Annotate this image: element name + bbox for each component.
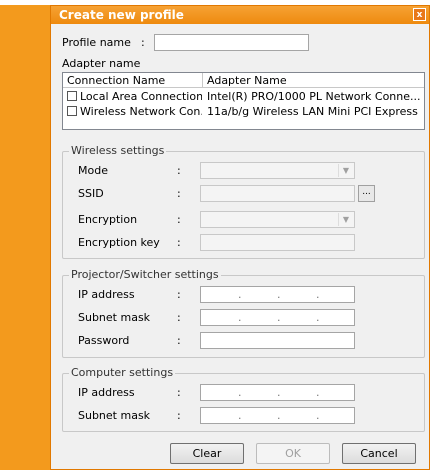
column-header-connection-label: Connection Name xyxy=(67,74,166,87)
encryption-key-label: Encryption key xyxy=(78,236,160,249)
mode-label: Mode xyxy=(78,164,108,177)
close-icon[interactable]: x xyxy=(413,8,426,21)
password-label: Password xyxy=(78,334,130,347)
ip-separator: . xyxy=(316,386,320,399)
list-item[interactable]: Local Area Connection Intel(R) PRO/1000 … xyxy=(63,89,421,104)
mode-colon: : xyxy=(177,164,181,177)
projector-ip-input[interactable]: . . . xyxy=(200,286,355,303)
encryption-label: Encryption xyxy=(78,213,138,226)
title-bar: Create new profile x xyxy=(51,6,429,24)
password-colon: : xyxy=(177,334,181,347)
ip-separator: . xyxy=(316,409,320,422)
connection-name: Local Area Connection xyxy=(80,90,202,103)
adapter-name: Intel(R) PRO/1000 PL Network Conne... xyxy=(207,90,421,103)
ip-separator: . xyxy=(277,409,281,422)
ssid-input[interactable] xyxy=(200,185,355,202)
ip-separator: . xyxy=(316,288,320,301)
adapter-name: 11a/b/g Wireless LAN Mini PCI Express ..… xyxy=(207,105,422,118)
dialog-title: Create new profile xyxy=(59,8,184,22)
adapter-name-label: Adapter name xyxy=(62,57,141,70)
projector-settings-title: Projector/Switcher settings xyxy=(69,268,221,281)
adapter-list[interactable]: Connection Name Adapter Name Local Area … xyxy=(62,72,425,130)
ip-separator: . xyxy=(238,386,242,399)
background-sidebar xyxy=(0,5,50,470)
projector-ip-colon: : xyxy=(177,288,181,301)
cancel-button[interactable]: Cancel xyxy=(342,443,416,464)
computer-settings-group: Computer settings IP address : . . . Sub… xyxy=(62,366,425,432)
ip-separator: . xyxy=(277,288,281,301)
projector-settings-group: Projector/Switcher settings IP address :… xyxy=(62,268,425,358)
ip-separator: . xyxy=(316,311,320,324)
connection-checkbox[interactable] xyxy=(67,106,77,116)
projector-ip-label: IP address xyxy=(78,288,135,301)
column-header-connection[interactable]: Connection Name xyxy=(63,73,203,88)
ssid-colon: : xyxy=(177,187,181,200)
ok-button[interactable]: OK xyxy=(256,443,330,464)
ip-separator: . xyxy=(277,386,281,399)
list-item[interactable]: Wireless Network Con... 11a/b/g Wireless… xyxy=(63,104,422,119)
connection-name: Wireless Network Con... xyxy=(80,105,202,118)
ip-separator: . xyxy=(238,409,242,422)
ip-separator: . xyxy=(277,311,281,324)
ip-separator: . xyxy=(238,288,242,301)
profile-name-colon: : xyxy=(141,36,145,49)
projector-mask-colon: : xyxy=(177,311,181,324)
column-header-adapter[interactable]: Adapter Name xyxy=(203,73,424,88)
computer-ip-colon: : xyxy=(177,386,181,399)
ip-separator: . xyxy=(238,311,242,324)
mode-select[interactable]: ▼ xyxy=(200,162,355,179)
ssid-browse-button[interactable]: ... xyxy=(358,185,375,202)
computer-subnet-input[interactable]: . . . xyxy=(200,407,355,424)
computer-mask-label: Subnet mask xyxy=(78,409,151,422)
computer-settings-title: Computer settings xyxy=(69,366,176,379)
wireless-settings-group: Wireless settings Mode : ▼ SSID : ... En… xyxy=(62,144,425,259)
chevron-down-icon[interactable]: ▼ xyxy=(338,164,353,177)
connection-checkbox[interactable] xyxy=(67,91,77,101)
computer-ip-label: IP address xyxy=(78,386,135,399)
profile-name-input[interactable] xyxy=(154,34,309,51)
encryption-select[interactable]: ▼ xyxy=(200,211,355,228)
password-input[interactable] xyxy=(200,332,355,349)
column-header-adapter-label: Adapter Name xyxy=(207,74,287,87)
profile-name-label: Profile name xyxy=(62,36,131,49)
clear-button[interactable]: Clear xyxy=(170,443,244,464)
create-profile-dialog: Create new profile x Profile name : Adap… xyxy=(50,5,430,470)
wireless-settings-title: Wireless settings xyxy=(69,144,167,157)
encryption-key-input[interactable] xyxy=(200,234,355,251)
projector-mask-label: Subnet mask xyxy=(78,311,151,324)
encryption-key-colon: : xyxy=(177,236,181,249)
dialog-content: Profile name : Adapter name Connection N… xyxy=(59,24,429,469)
projector-subnet-input[interactable]: . . . xyxy=(200,309,355,326)
encryption-colon: : xyxy=(177,213,181,226)
computer-ip-input[interactable]: . . . xyxy=(200,384,355,401)
ssid-label: SSID xyxy=(78,187,104,200)
computer-mask-colon: : xyxy=(177,409,181,422)
chevron-down-icon[interactable]: ▼ xyxy=(338,213,353,226)
